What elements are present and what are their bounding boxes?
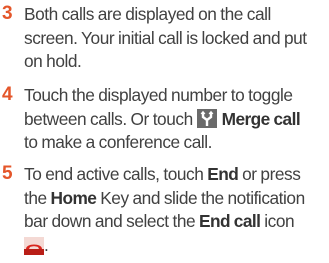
end-call-label: End call	[199, 211, 261, 231]
step-text-fragment: Key and slide the notification	[100, 187, 305, 208]
step-number: 5	[2, 163, 13, 184]
step-line: to make a conference call.	[24, 132, 213, 152]
step-line: between calls. Or touch Merge call	[24, 108, 329, 132]
step-text-fragment: .	[44, 234, 49, 255]
step-number: 4	[2, 84, 13, 105]
step-text-fragment: To end active calls, touch	[24, 164, 204, 184]
step-line: To end active calls, touch End or press	[24, 163, 329, 187]
step-line: on hold.	[24, 51, 82, 71]
step-line: the Home Key and slide the notification	[24, 187, 329, 211]
step-text-fragment: between calls. Or touch	[24, 108, 193, 129]
step-line: bar down and select the End call icon	[24, 210, 329, 234]
merge-call-icon	[196, 108, 217, 128]
step-text-fragment: the	[24, 187, 47, 208]
home-key-label: Home	[50, 187, 97, 208]
end-call-icon	[24, 236, 44, 255]
step-text-fragment: bar down and select the	[24, 211, 196, 231]
step-text: Touch the displayed number to toggle bet…	[24, 84, 329, 155]
step-line: Both calls are displayed on the call	[24, 4, 271, 24]
step-text-fragment: or press	[242, 164, 301, 184]
step-text-fragment: icon	[264, 211, 295, 231]
step-line: Touch the displayed number to toggle	[24, 85, 293, 105]
step-text: Both calls are displayed on the call scr…	[24, 3, 329, 74]
step-line: screen. Your initial call is locked and …	[24, 27, 307, 48]
step-number: 3	[2, 3, 13, 24]
instruction-page: 3 Both calls are displayed on the call s…	[0, 0, 329, 263]
end-label: End	[207, 164, 239, 184]
merge-call-label: Merge call	[221, 108, 301, 129]
step-line: .	[24, 234, 329, 258]
step-text: To end active calls, touch End or press …	[24, 163, 329, 257]
